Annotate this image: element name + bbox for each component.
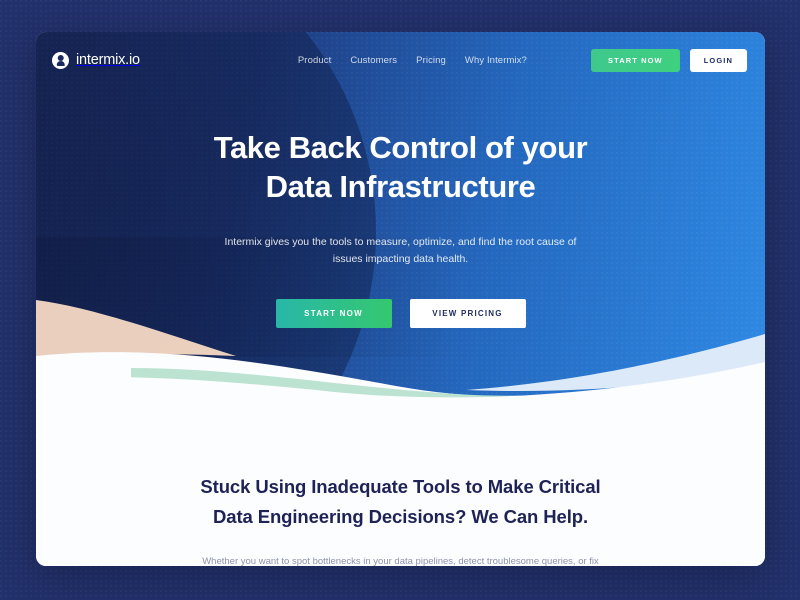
lower-title-line-2: Data Engineering Decisions? We Can Help. — [213, 505, 588, 527]
hero-title: Take Back Control of your Data Infrastru… — [76, 128, 725, 206]
hero-title-line-1: Take Back Control of your — [213, 130, 588, 165]
top-navigation: intermix.io Product Customers Pricing Wh… — [36, 32, 765, 88]
hero-title-line-2: Data Infrastructure — [265, 169, 536, 205]
hero-content: Take Back Control of your Data Infrastru… — [36, 128, 765, 328]
brand-name: intermix.io — [76, 52, 140, 68]
lower-section-body: Whether you want to spot bottlenecks in … — [202, 555, 599, 566]
hero-start-now-button[interactable]: START NOW — [275, 298, 392, 328]
lower-section: Stuck Using Inadequate Tools to Make Cri… — [36, 432, 765, 566]
nav-links: Product Customers Pricing Why Intermix? — [298, 55, 527, 66]
intermix-circle-logo-icon — [52, 51, 69, 69]
nav-item-customers[interactable]: Customers — [350, 55, 397, 66]
hero-cta-group: START NOW VIEW PRICING — [76, 298, 725, 328]
hero-section: intermix.io Product Customers Pricing Wh… — [36, 32, 765, 432]
nav-item-product[interactable]: Product — [298, 55, 331, 66]
lower-title-line-1: Stuck Using Inadequate Tools to Make Cri… — [200, 476, 601, 497]
hero-view-pricing-button[interactable]: VIEW PRICING — [409, 298, 526, 328]
site-card: intermix.io Product Customers Pricing Wh… — [36, 32, 765, 566]
brand-logo-link[interactable]: intermix.io — [52, 51, 140, 69]
nav-start-now-button[interactable]: START NOW — [590, 48, 680, 72]
nav-item-why-intermix[interactable]: Why Intermix? — [465, 55, 527, 66]
nav-item-pricing[interactable]: Pricing — [416, 55, 446, 66]
lower-section-title: Stuck Using Inadequate Tools to Make Cri… — [96, 472, 705, 532]
nav-actions: START NOW LOGIN — [590, 48, 747, 72]
hero-subtitle: Intermix gives you the tools to measure,… — [224, 236, 577, 266]
nav-login-button[interactable]: LOGIN — [689, 48, 747, 72]
